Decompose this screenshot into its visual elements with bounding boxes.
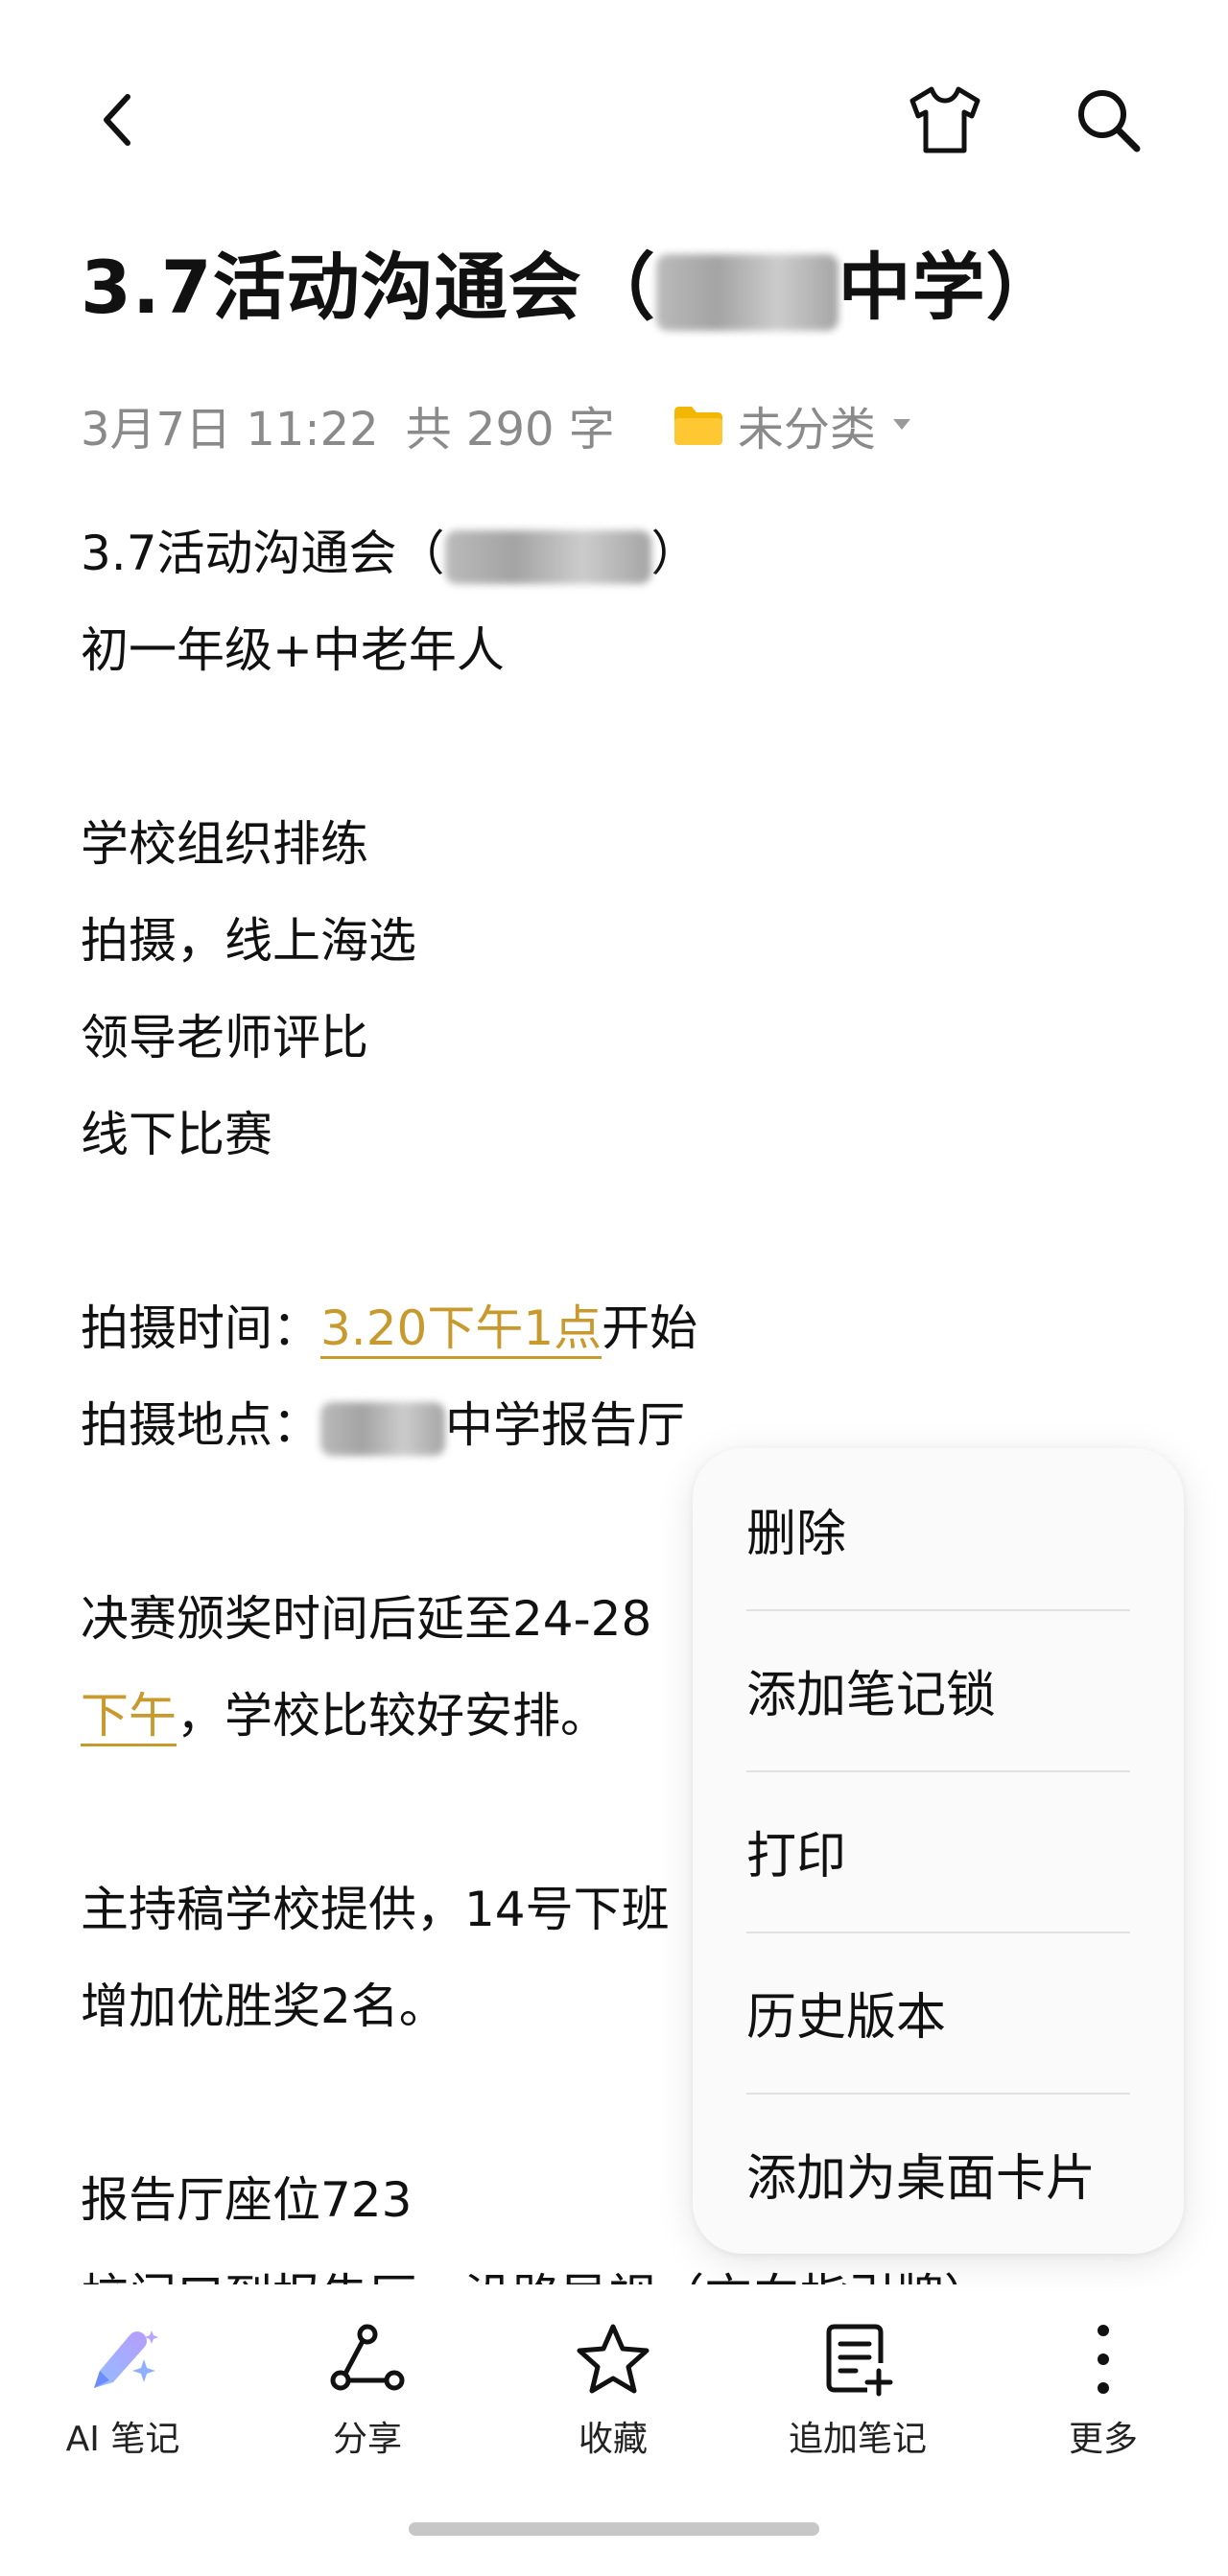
title-prefix: 3.7活动沟通会（ — [81, 245, 656, 330]
title-suffix: 中学） — [838, 245, 1060, 330]
note-meta: 3月7日 11:22 共 290 字 未分类 — [81, 391, 926, 458]
time-link[interactable]: 3.20下午1点 — [320, 1300, 602, 1359]
favorite-label: 收藏 — [578, 2420, 648, 2459]
search-button[interactable] — [1055, 67, 1161, 173]
note-add-icon — [826, 2324, 893, 2397]
body-line-empty — [81, 699, 1165, 796]
body-line: 3.7活动沟通会（） — [81, 505, 1165, 602]
body-line: 初一年级+中老年人 — [81, 622, 505, 678]
ai-note-button[interactable]: AI 笔记 — [17, 2321, 228, 2465]
body-line: 拍摄时间：3.20下午1点开始 — [81, 1280, 1165, 1377]
more-menu: 删除 添加笔记锁 打印 历史版本 添加为桌面卡片 — [693, 1448, 1184, 2254]
body-line: 领导老师评比 — [81, 1010, 368, 1066]
pen-sparkle-icon — [94, 2330, 158, 2388]
menu-item-print[interactable]: 打印 — [746, 1770, 1130, 1932]
search-icon — [1078, 90, 1141, 152]
menu-item-history[interactable]: 历史版本 — [746, 1932, 1130, 2093]
body-line-empty — [81, 1183, 1165, 1280]
share-button[interactable]: 分享 — [262, 2321, 473, 2465]
body-line: 校门口到报告厅，沿路导视（方向指引牌） — [81, 2249, 1165, 2284]
folder-label: 未分类 — [737, 403, 876, 457]
time-link[interactable]: 下午 — [81, 1688, 177, 1746]
note-detail-screen: 3.7活动沟通会（ 中学） 3月7日 11:22 共 290 字 未分类 3.7活… — [0, 0, 1228, 2576]
caret-down-icon — [892, 419, 910, 430]
note-title[interactable]: 3.7活动沟通会（ 中学） — [81, 240, 1193, 336]
share-label: 分享 — [332, 2420, 402, 2459]
menu-item-delete[interactable]: 删除 — [746, 1448, 1130, 1609]
tshirt-icon — [909, 86, 980, 153]
redacted-school-name — [655, 254, 838, 331]
menu-item-add-lock[interactable]: 添加笔记锁 — [746, 1609, 1130, 1770]
favorite-button[interactable]: 收藏 — [508, 2321, 719, 2465]
more-label: 更多 — [1068, 2420, 1138, 2459]
folder-selector[interactable]: 未分类 — [673, 391, 926, 458]
note-date: 3月7日 11:22 — [81, 403, 379, 457]
bottom-toolbar: AI 笔记 分享 收藏 追加笔记 更多 — [0, 2287, 1228, 2479]
append-note-label: 追加笔记 — [788, 2420, 927, 2459]
note-word-count: 共 290 字 — [405, 403, 615, 457]
share-icon — [330, 2324, 405, 2391]
theme-button[interactable] — [892, 67, 998, 173]
redacted-text — [320, 1401, 445, 1456]
star-icon — [577, 2324, 649, 2394]
body-line: 拍摄，线上海选 — [81, 913, 416, 969]
more-vertical-icon — [1098, 2325, 1109, 2394]
append-note-button[interactable]: 追加笔记 — [752, 2321, 963, 2465]
back-button[interactable] — [67, 67, 173, 173]
chevron-left-icon — [104, 94, 130, 146]
ai-note-label: AI 笔记 — [65, 2420, 180, 2459]
menu-item-desktop-card[interactable]: 添加为桌面卡片 — [746, 2093, 1130, 2254]
home-indicator[interactable] — [409, 2522, 819, 2536]
body-line: 线下比赛 — [81, 1107, 272, 1162]
folder-icon — [673, 407, 722, 445]
body-line: 学校组织排练 — [81, 816, 368, 872]
redacted-text — [444, 529, 651, 584]
more-button[interactable]: 更多 — [998, 2321, 1209, 2465]
